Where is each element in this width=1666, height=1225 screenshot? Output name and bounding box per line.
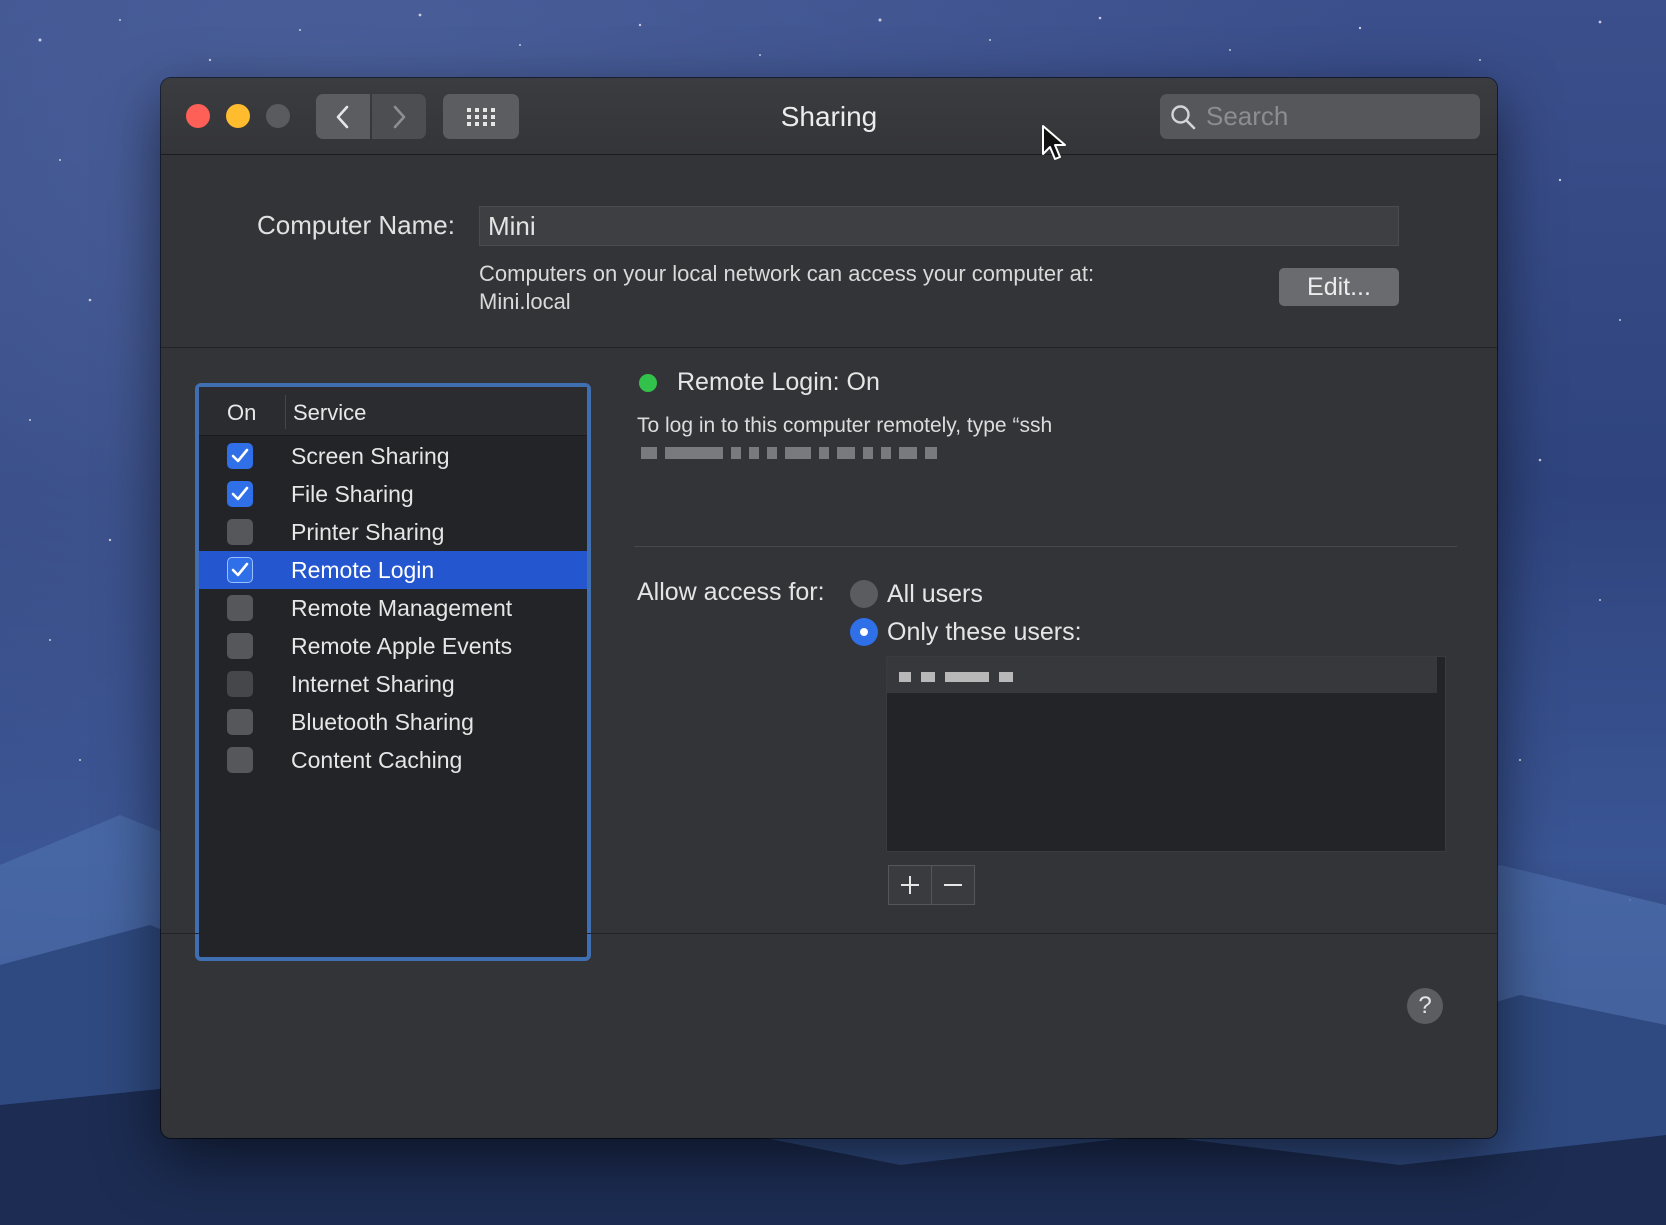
service-checkbox[interactable] — [227, 633, 253, 659]
allowed-users-list[interactable] — [886, 656, 1446, 852]
redacted-user-name — [899, 669, 1023, 687]
service-name: Bluetooth Sharing — [291, 708, 474, 735]
service-row-printer-sharing[interactable]: Printer Sharing — [199, 513, 587, 551]
local-hostname: Mini.local — [479, 289, 571, 314]
mouse-cursor-icon — [1042, 125, 1066, 160]
radio-only-these-users-label[interactable]: Only these users: — [887, 618, 1082, 647]
service-checkbox[interactable] — [227, 443, 253, 469]
service-name: Screen Sharing — [291, 442, 450, 469]
service-row-remote-apple-events[interactable]: Remote Apple Events — [199, 627, 587, 665]
top-divider — [161, 347, 1497, 348]
radio-only-these-users[interactable] — [850, 618, 878, 646]
allowed-user-row[interactable] — [887, 657, 1437, 693]
service-name: File Sharing — [291, 480, 414, 507]
service-name: Printer Sharing — [291, 518, 445, 545]
service-name: Remote Login — [291, 556, 435, 583]
minus-icon — [944, 884, 962, 886]
sharing-window: Sharing Search Computer Name: Mini Compu… — [161, 78, 1497, 1138]
service-checkbox[interactable] — [227, 747, 253, 773]
ssh-hint-text: To log in to this computer remotely, typ… — [637, 414, 1053, 437]
redacted-ssh-command — [641, 444, 1021, 459]
edit-button[interactable]: Edit... — [1279, 268, 1399, 306]
detail-divider — [634, 546, 1457, 547]
service-checkbox[interactable] — [227, 519, 253, 545]
service-status: Remote Login: On — [677, 368, 880, 396]
service-row-screen-sharing[interactable]: Screen Sharing — [199, 437, 587, 475]
remove-user-button[interactable] — [931, 866, 974, 904]
column-separator — [285, 395, 286, 429]
checkmark-icon — [231, 486, 249, 501]
search-placeholder: Search — [1206, 101, 1289, 131]
service-row-file-sharing[interactable]: File Sharing — [199, 475, 587, 513]
service-checkbox[interactable] — [227, 557, 253, 583]
plus-icon — [901, 876, 919, 894]
service-name: Internet Sharing — [291, 670, 455, 697]
service-row-internet-sharing[interactable]: Internet Sharing — [199, 665, 587, 703]
user-list-controls — [888, 865, 975, 905]
service-checkbox[interactable] — [227, 481, 253, 507]
computer-name-label: Computer Name: — [257, 210, 455, 240]
service-name: Remote Apple Events — [291, 632, 513, 659]
service-row-bluetooth-sharing[interactable]: Bluetooth Sharing — [199, 703, 587, 741]
status-indicator-icon — [639, 374, 657, 392]
services-header: On Service — [199, 387, 587, 436]
service-name: Content Caching — [291, 746, 463, 773]
checkmark-icon — [231, 562, 249, 577]
add-user-button[interactable] — [889, 866, 931, 904]
radio-all-users[interactable] — [850, 580, 878, 608]
titlebar: Sharing Search — [161, 78, 1497, 155]
network-info-text: Computers on your local network can acce… — [479, 261, 1095, 286]
service-checkbox[interactable] — [227, 671, 253, 697]
allow-access-label: Allow access for: — [637, 578, 825, 606]
service-checkbox[interactable] — [227, 595, 253, 621]
search-field[interactable]: Search — [1160, 94, 1480, 139]
checkmark-icon — [231, 448, 249, 463]
bottom-divider — [161, 933, 1497, 934]
service-row-remote-login[interactable]: Remote Login — [199, 551, 587, 589]
radio-all-users-label[interactable]: All users — [887, 580, 983, 609]
computer-name-field[interactable]: Mini — [479, 206, 1399, 246]
services-list[interactable]: On Service Screen Sharing File Sharing P… — [195, 383, 591, 961]
service-name: Remote Management — [291, 594, 513, 621]
help-button[interactable]: ? — [1407, 988, 1443, 1024]
service-row-content-caching[interactable]: Content Caching — [199, 741, 587, 779]
search-icon — [1171, 104, 1196, 129]
column-header-service[interactable]: Service — [293, 400, 366, 426]
column-header-on[interactable]: On — [227, 400, 256, 426]
service-row-remote-management[interactable]: Remote Management — [199, 589, 587, 627]
service-checkbox[interactable] — [227, 709, 253, 735]
